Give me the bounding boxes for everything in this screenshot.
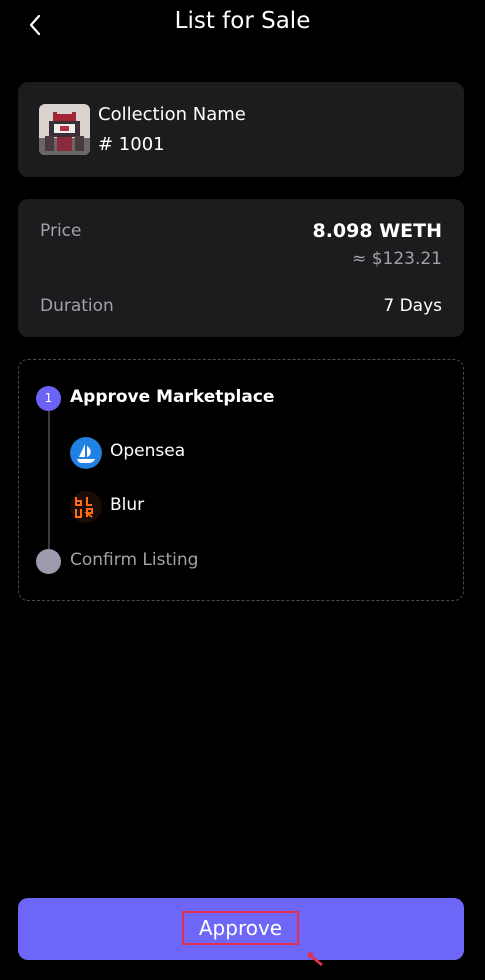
- step-connector-line: [48, 400, 50, 562]
- step-1-title: Approve Marketplace: [70, 387, 275, 407]
- opensea-icon: [70, 437, 102, 469]
- duration-label: Duration: [40, 296, 114, 316]
- collection-card: Collection Name # 1001: [18, 82, 464, 177]
- nft-image: [39, 104, 90, 155]
- header: List for Sale: [0, 0, 485, 48]
- step-2-title: Confirm Listing: [70, 550, 199, 570]
- token-id: # 1001: [98, 134, 165, 155]
- step-2-indicator: [36, 549, 61, 574]
- page-title: List for Sale: [174, 8, 311, 34]
- nft-thumbnail[interactable]: [39, 104, 90, 155]
- duration-value: 7 Days: [383, 296, 442, 316]
- price-label: Price: [40, 221, 82, 241]
- collection-name: Collection Name: [98, 104, 246, 125]
- approve-button-label: Approve: [182, 911, 299, 945]
- pointer-arrow-icon: [308, 952, 323, 966]
- marketplace-name: Blur: [110, 495, 145, 515]
- price-card: Price 8.098 WETH ≈ $123.21 Duration 7 Da…: [18, 199, 464, 337]
- marketplace-name: Opensea: [110, 441, 186, 461]
- approval-steps: 1 Approve Marketplace Opensea Blur Confi…: [18, 359, 464, 601]
- price-value: 8.098 WETH: [312, 220, 442, 242]
- price-usd-value: ≈ $123.21: [352, 249, 442, 269]
- approve-button[interactable]: Approve: [18, 898, 464, 960]
- blur-icon: [70, 491, 102, 523]
- step-1-indicator: 1: [36, 386, 61, 411]
